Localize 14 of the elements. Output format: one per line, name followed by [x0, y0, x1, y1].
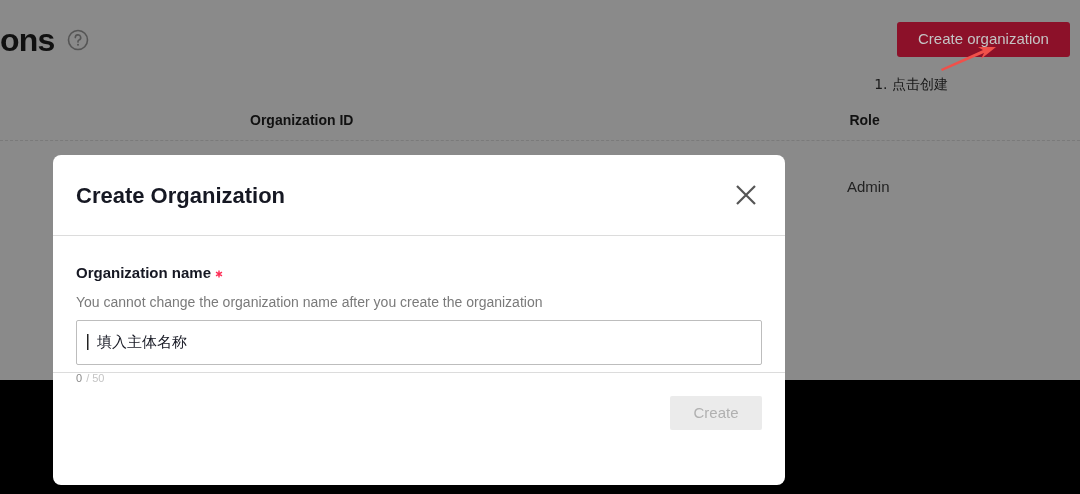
field-helper-text: You cannot change the organization name after you create the organization [76, 292, 544, 312]
close-icon[interactable] [735, 184, 757, 206]
text-cursor-icon [87, 333, 89, 350]
annotation-text: 1. 点击创建 [874, 75, 948, 94]
character-limit: / 50 [86, 370, 105, 386]
table-cell-text: Admin [847, 176, 890, 197]
create-organization-button[interactable]: Create organization [897, 22, 1070, 57]
field-label: Organization name [76, 263, 212, 283]
organization-name-field[interactable]: 填入主体名称 [76, 319, 762, 365]
page-title: ons [0, 22, 55, 58]
column-header: Organization ID [250, 110, 354, 130]
column-header: Role [849, 110, 880, 130]
character-count: 0 [76, 370, 83, 386]
dialog-title: Create Organization [76, 181, 286, 210]
